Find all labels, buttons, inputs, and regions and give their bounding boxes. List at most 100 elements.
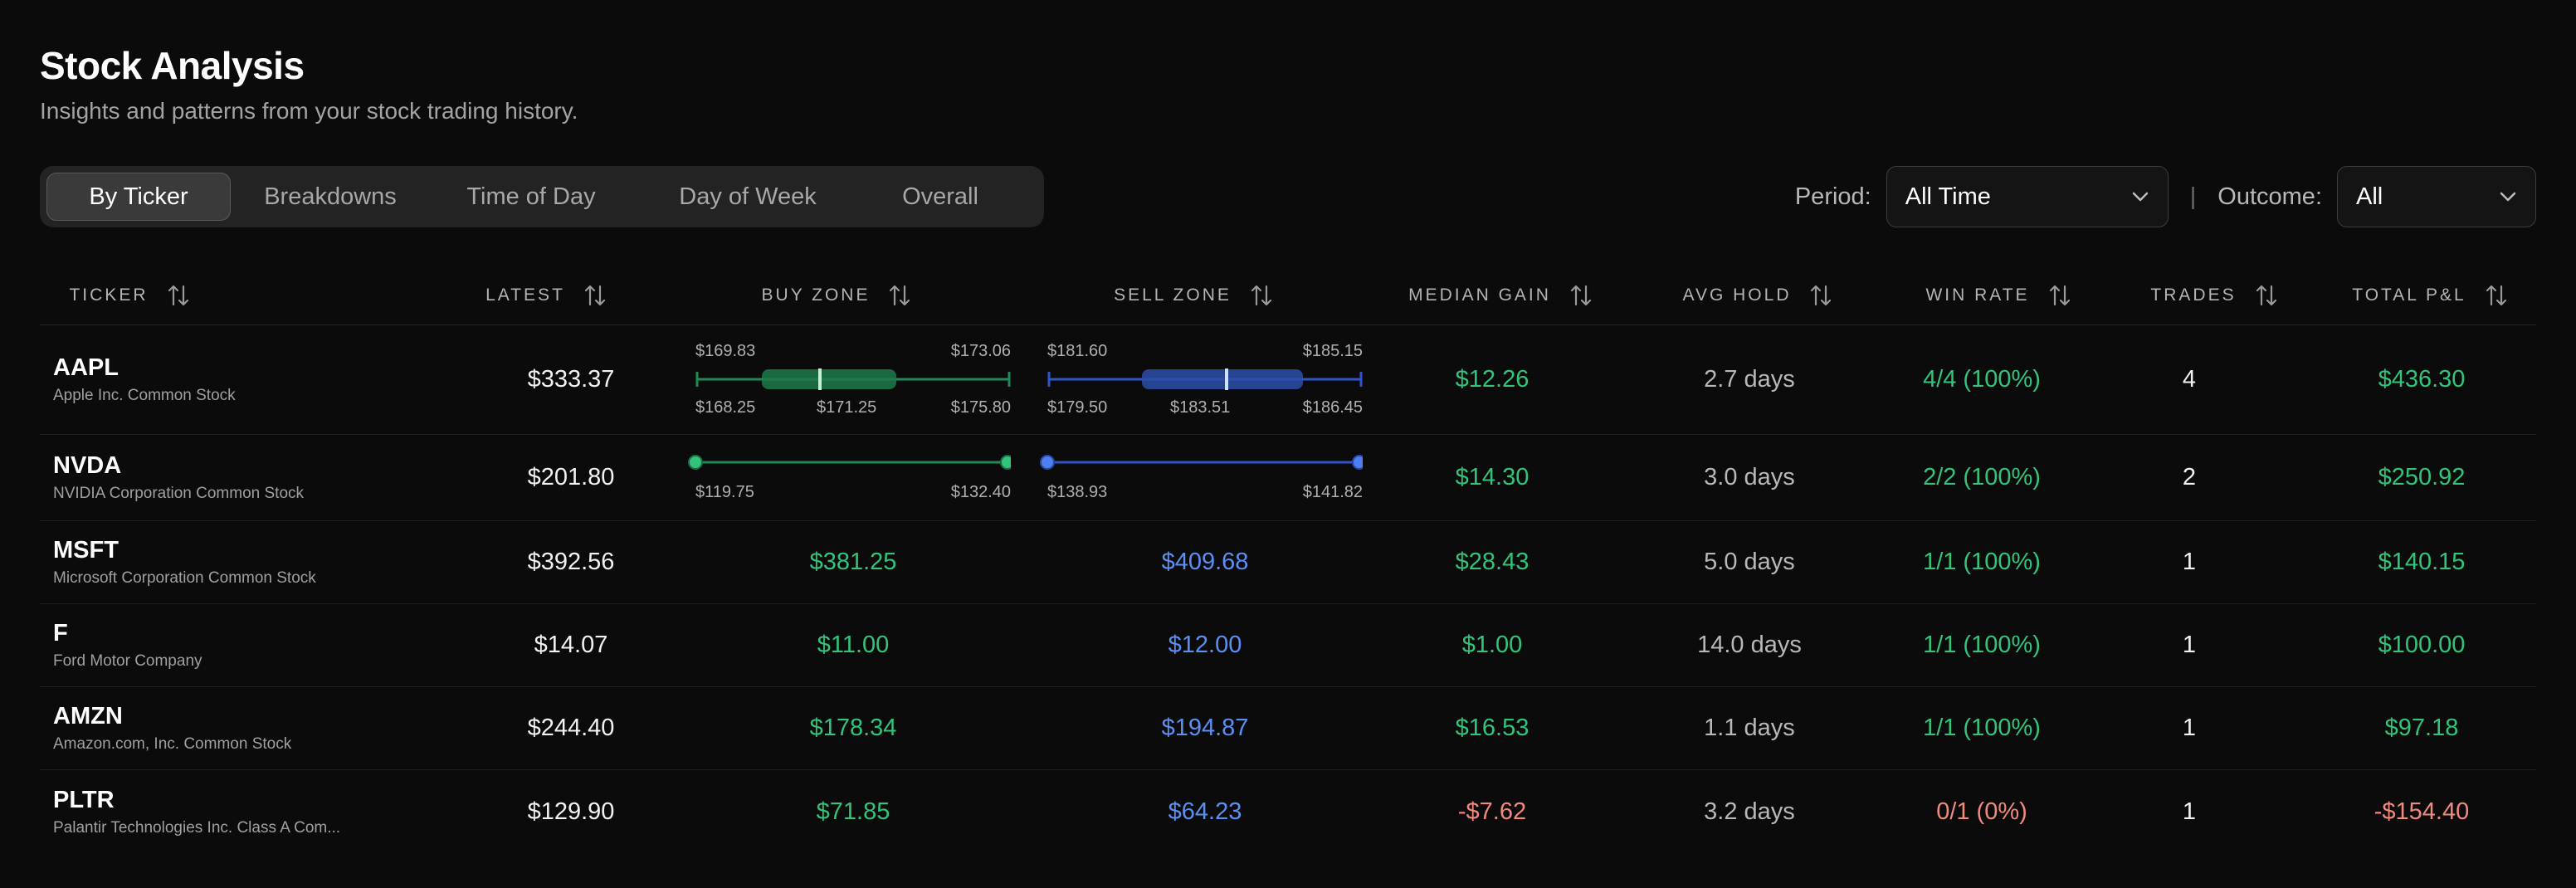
chevron-down-icon (2500, 192, 2516, 202)
total-pl: $250.92 (2378, 464, 2466, 490)
buy-zone-bar (695, 368, 1011, 390)
column-header-sell-zone[interactable]: SELL ZONE (1077, 266, 1310, 325)
table-row[interactable]: AAPL Apple Inc. Common Stock $333.37 $16… (40, 325, 2536, 435)
sort-arrows-icon[interactable] (167, 283, 190, 308)
period-select[interactable]: All Time (1886, 166, 2169, 227)
sort-arrows-icon[interactable] (2255, 283, 2278, 308)
table-row[interactable]: NVDA NVIDIA Corporation Common Stock $20… (40, 435, 2536, 521)
company-name: Apple Inc. Common Stock (53, 387, 236, 404)
column-header-latest[interactable]: LATEST (463, 266, 629, 325)
sell-zone-label: $179.50 (1047, 398, 1108, 417)
table-row[interactable]: F Ford Motor Company $14.07 $11.00 $12.0… (40, 604, 2536, 687)
ticker-symbol: AAPL (53, 354, 119, 381)
latest-price: $14.07 (534, 632, 608, 658)
outcome-label: Outcome: (2217, 183, 2322, 210)
sort-arrows-icon[interactable] (1809, 283, 1832, 308)
buy-zone-value: $71.85 (816, 798, 890, 825)
tab-overall[interactable]: Overall (863, 173, 1017, 221)
period-select-value: All Time (1905, 183, 1991, 210)
sell-zone-bar (1047, 368, 1363, 390)
median-gain: $16.53 (1455, 715, 1530, 741)
latest-price: $333.37 (527, 366, 615, 393)
buy-zone-label: $132.40 (950, 483, 1011, 501)
company-name: Microsoft Corporation Common Stock (53, 569, 316, 587)
total-pl: $140.15 (2378, 549, 2466, 575)
sell-zone-value: $194.87 (1161, 715, 1249, 741)
buy-zone-label: $168.25 (695, 398, 756, 417)
table-row[interactable]: AMZN Amazon.com, Inc. Common Stock $244.… (40, 687, 2536, 770)
median-gain: $12.26 (1455, 366, 1530, 393)
sort-arrows-icon[interactable] (583, 283, 607, 308)
ticker-symbol: AMZN (53, 703, 123, 729)
ticker-symbol: F (53, 620, 68, 646)
latest-price: $201.80 (527, 464, 615, 490)
column-header-buy-zone[interactable]: BUY ZONE (729, 266, 944, 325)
column-header-win-rate[interactable]: WIN RATE (1882, 266, 2115, 325)
column-header-total-pl[interactable]: TOTAL P&L (2322, 266, 2538, 325)
tab-time-of-day[interactable]: Time of Day (430, 173, 632, 221)
sell-zone-label: $181.60 (1047, 342, 1108, 360)
ticker-symbol: MSFT (53, 537, 119, 564)
table-row[interactable]: PLTR Palantir Technologies Inc. Class A … (40, 770, 2536, 853)
avg-hold: 3.2 days (1704, 798, 1795, 825)
ticker-table: TICKER LATEST BUY ZONE SELL ZONE MEDIAN … (40, 266, 2536, 853)
total-pl: -$154.40 (2374, 798, 2470, 825)
latest-price: $129.90 (527, 798, 615, 825)
sort-arrows-icon[interactable] (1250, 283, 1273, 308)
buy-zone-label: $175.80 (950, 398, 1011, 417)
win-rate: 4/4 (100%) (1923, 366, 2041, 393)
ticker-cell: NVDA NVIDIA Corporation Common Stock (53, 435, 304, 520)
trades-count: 1 (2182, 549, 2197, 575)
avg-hold: 14.0 days (1697, 632, 1802, 658)
column-header-avg-hold[interactable]: AVG HOLD (1642, 266, 1874, 325)
median-gain: $1.00 (1461, 632, 1523, 658)
trades-count: 4 (2182, 366, 2197, 393)
outcome-select[interactable]: All (2337, 166, 2536, 227)
total-pl: $436.30 (2378, 366, 2466, 393)
win-rate: 2/2 (100%) (1923, 464, 2041, 490)
median-gain: $14.30 (1455, 464, 1530, 490)
avg-hold: 5.0 days (1704, 549, 1795, 575)
sell-zone-label: $141.82 (1302, 483, 1363, 501)
trades-count: 1 (2182, 798, 2197, 825)
win-rate: 1/1 (100%) (1923, 632, 2041, 658)
trades-count: 1 (2182, 715, 2197, 741)
table-row[interactable]: MSFT Microsoft Corporation Common Stock … (40, 521, 2536, 604)
win-rate: 1/1 (100%) (1923, 715, 2041, 741)
column-label: TOTAL P&L (2352, 285, 2466, 305)
ticker-symbol: NVDA (53, 452, 122, 479)
outcome-select-value: All (2356, 183, 2383, 210)
sell-zone-value: $12.00 (1168, 632, 1242, 658)
win-rate: 0/1 (0%) (1936, 798, 2027, 825)
sell-zone-value: $409.68 (1161, 549, 1249, 575)
tab-breakdowns[interactable]: Breakdowns (231, 173, 430, 221)
sort-arrows-icon[interactable] (2485, 283, 2508, 308)
ticker-cell: F Ford Motor Company (53, 604, 202, 686)
buy-zone-value: $381.25 (809, 549, 897, 575)
sort-arrows-icon[interactable] (2048, 283, 2071, 308)
sell-zone-range: $138.93 $141.82 (1006, 435, 1363, 520)
column-label: BUY ZONE (761, 285, 871, 305)
column-header-ticker[interactable]: TICKER (46, 266, 212, 325)
ticker-cell: MSFT Microsoft Corporation Common Stock (53, 521, 316, 603)
column-label: TICKER (69, 285, 149, 305)
tab-day-of-week[interactable]: Day of Week (632, 173, 863, 221)
sell-zone-range: $181.60 $185.15 $179.50 $183.51 $186.45 (1006, 325, 1363, 434)
avg-hold: 1.1 days (1704, 715, 1795, 741)
sort-arrows-icon[interactable] (888, 283, 911, 308)
period-label: Period: (1794, 183, 1871, 210)
sort-arrows-icon[interactable] (1569, 283, 1593, 308)
tab-by-ticker[interactable]: By Ticker (46, 173, 231, 221)
column-header-trades[interactable]: TRADES (2115, 266, 2314, 325)
sell-zone-label: $138.93 (1047, 483, 1108, 501)
buy-zone-label: $173.06 (950, 342, 1011, 360)
latest-price: $392.56 (527, 549, 615, 575)
avg-hold: 3.0 days (1704, 464, 1795, 490)
buy-zone-median: $171.25 (817, 398, 877, 417)
company-name: Palantir Technologies Inc. Class A Com..… (53, 818, 341, 837)
column-header-median-gain[interactable]: MEDIAN GAIN (1376, 266, 1625, 325)
column-label: TRADES (2150, 285, 2237, 305)
sell-zone-median: $183.51 (1170, 398, 1231, 417)
buy-zone-value: $11.00 (817, 632, 890, 658)
column-label: LATEST (485, 285, 565, 305)
